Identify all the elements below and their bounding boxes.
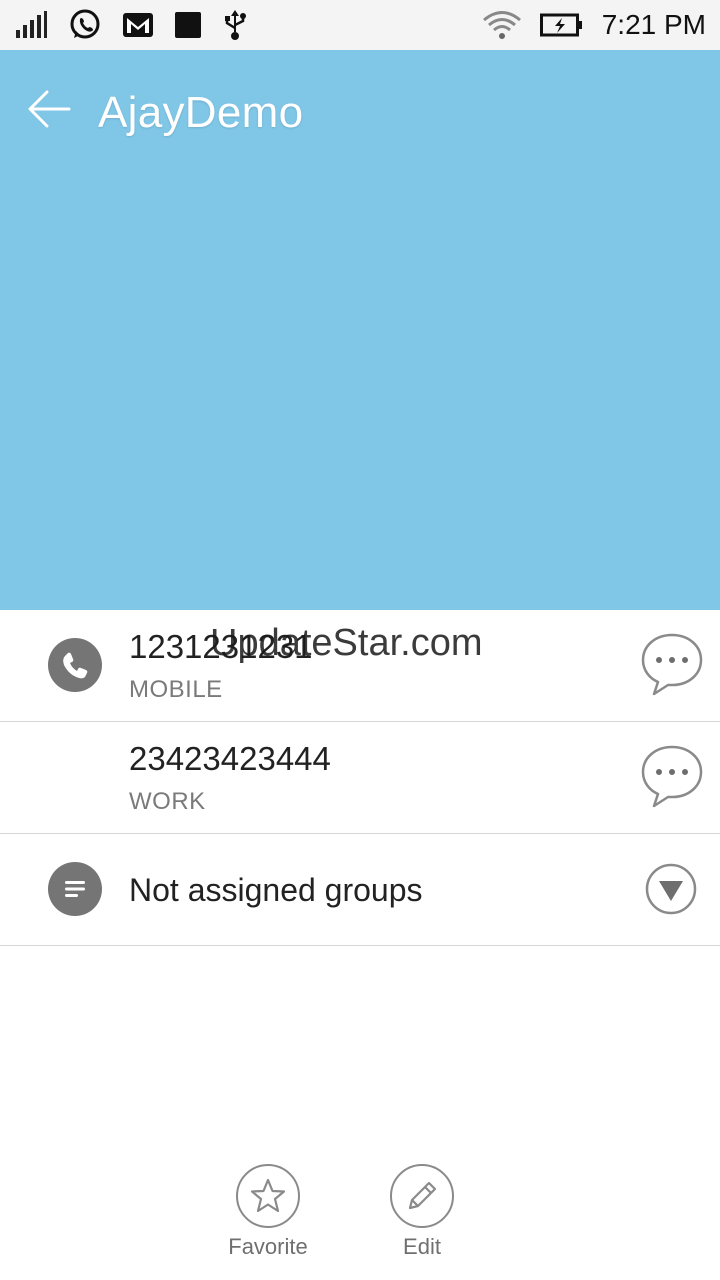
triangle-down-icon	[645, 863, 697, 915]
signal-icon	[16, 11, 47, 38]
contact-name-title: AjayDemo	[98, 88, 304, 137]
phone-number: 23423423444	[129, 740, 331, 777]
whatsapp-icon	[70, 9, 100, 39]
pencil-icon	[408, 1181, 437, 1210]
edit-label: Edit	[403, 1234, 441, 1259]
phone-row-work[interactable]: 23423423444 WORK	[0, 722, 720, 834]
status-time: 7:21 PM	[601, 9, 706, 40]
usb-icon	[225, 10, 246, 40]
back-button[interactable]	[26, 86, 72, 132]
phone-type: WORK	[129, 788, 206, 815]
wifi-icon	[482, 11, 521, 39]
edit-circle	[390, 1164, 454, 1228]
edit-button[interactable]: Edit	[367, 1164, 477, 1264]
contact-details-screen: 7:21 PM AjayDemo 1231231231 MOBILE 23423…	[0, 0, 720, 1280]
message-button[interactable]	[640, 744, 704, 810]
phone-type: MOBILE	[129, 676, 223, 703]
status-right-icons: 7:21 PM	[482, 9, 706, 41]
favorite-circle	[236, 1164, 300, 1228]
favorite-button[interactable]: Favorite	[213, 1164, 323, 1264]
message-bubble-icon	[641, 633, 703, 696]
group-list-icon	[48, 862, 102, 916]
groups-expand-button[interactable]	[644, 862, 698, 916]
phone-number: 1231231231	[129, 628, 313, 665]
arrow-left-icon	[28, 90, 71, 128]
status-bar: 7:21 PM	[0, 0, 720, 50]
phone-row-mobile[interactable]: 1231231231 MOBILE	[0, 610, 720, 722]
groups-row[interactable]: Not assigned groups	[0, 834, 720, 946]
contact-header: AjayDemo	[0, 50, 720, 610]
battery-charging-icon	[539, 13, 582, 37]
gmail-icon	[123, 13, 153, 37]
app-notification-icon	[175, 12, 201, 38]
phone-icon	[48, 638, 102, 692]
favorite-label: Favorite	[228, 1234, 308, 1259]
status-left-icons	[14, 8, 248, 42]
message-bubble-icon	[641, 745, 703, 808]
message-button[interactable]	[640, 632, 704, 698]
groups-label: Not assigned groups	[129, 872, 423, 908]
star-icon	[250, 1178, 286, 1213]
